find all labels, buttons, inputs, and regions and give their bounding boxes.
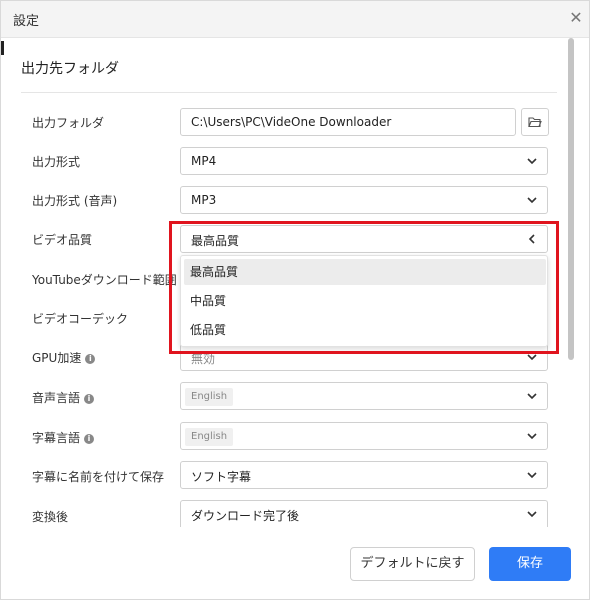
window-title: 設定: [13, 14, 40, 29]
gpu-acceleration-select[interactable]: 無効: [180, 343, 548, 371]
chevron-down-icon: [527, 197, 537, 204]
subtitle-language-label: 字幕言語 i: [32, 429, 95, 446]
close-icon[interactable]: ✕: [567, 9, 585, 27]
output-folder-value: C:\Users\PC\VideOne Downloader: [191, 115, 392, 129]
gpu-acceleration-value: 無効: [191, 352, 216, 366]
folder-icon: [528, 117, 542, 128]
info-icon: i: [84, 433, 95, 444]
chevron-down-icon: [527, 511, 537, 518]
output-format-audio-label: 出力形式 (音声): [32, 194, 118, 208]
audio-language-text: 音声言語: [32, 391, 81, 405]
output-format-select[interactable]: MP4: [180, 147, 548, 175]
restore-defaults-button[interactable]: デフォルトに戻す: [350, 547, 475, 581]
video-quality-label: ビデオ品質: [32, 233, 93, 247]
title-bar: 設定 ✕: [1, 1, 589, 38]
video-quality-dropdown: 最高品質 中品質 低品質: [180, 255, 548, 347]
chevron-down-icon: [527, 393, 537, 400]
chevron-down-icon: [527, 158, 537, 165]
save-subtitle-select[interactable]: ソフト字幕: [180, 461, 548, 489]
video-quality-value: 最高品質: [191, 234, 240, 248]
save-subtitle-label: 字幕に名前を付けて保存: [32, 470, 165, 484]
video-quality-select[interactable]: 最高品質: [180, 225, 548, 253]
save-subtitle-value: ソフト字幕: [191, 470, 252, 484]
youtube-range-label: YouTubeダウンロード範囲: [32, 273, 177, 287]
browse-folder-button[interactable]: [521, 108, 549, 136]
audio-language-select[interactable]: English: [180, 382, 548, 410]
output-format-label: 出力形式: [32, 155, 81, 169]
chevron-down-icon: [527, 433, 537, 440]
settings-dialog: 設定 ✕ 出力先フォルダ 出力フォルダ C:\Users\PC\VideOne …: [0, 0, 590, 600]
subtitle-language-text: 字幕言語: [32, 431, 81, 445]
after-convert-label: 変換後: [32, 510, 69, 524]
dropdown-option-medium[interactable]: 中品質: [184, 288, 546, 314]
section-title: 出力先フォルダ: [21, 61, 119, 77]
output-format-value: MP4: [191, 154, 217, 168]
info-icon: i: [85, 353, 96, 364]
gpu-acceleration-label: GPU加速 i: [32, 349, 96, 366]
info-icon: i: [84, 393, 95, 404]
video-codec-label: ビデオコーデック: [32, 312, 129, 326]
after-convert-select[interactable]: ダウンロード完了後: [180, 500, 548, 527]
output-folder-label: 出力フォルダ: [32, 116, 105, 130]
output-format-audio-value: MP3: [191, 193, 217, 207]
section-divider: [21, 92, 557, 93]
subtitle-language-select[interactable]: English: [180, 422, 548, 450]
gpu-acceleration-text: GPU加速: [32, 351, 82, 365]
output-format-audio-select[interactable]: MP3: [180, 186, 548, 214]
audio-language-label: 音声言語 i: [32, 389, 95, 406]
audio-language-tag: English: [185, 388, 234, 406]
subtitle-language-tag: English: [185, 428, 234, 446]
left-edge-marker: [1, 41, 4, 55]
dropdown-option-highest[interactable]: 最高品質: [184, 259, 546, 285]
chevron-down-icon: [527, 354, 537, 361]
scrollbar-thumb[interactable]: [568, 38, 574, 360]
dropdown-option-low[interactable]: 低品質: [184, 317, 546, 343]
save-button[interactable]: 保存: [489, 547, 571, 581]
after-convert-value: ダウンロード完了後: [191, 509, 300, 523]
chevron-left-icon: [528, 234, 535, 244]
output-folder-input[interactable]: C:\Users\PC\VideOne Downloader: [180, 108, 516, 136]
chevron-down-icon: [527, 472, 537, 479]
